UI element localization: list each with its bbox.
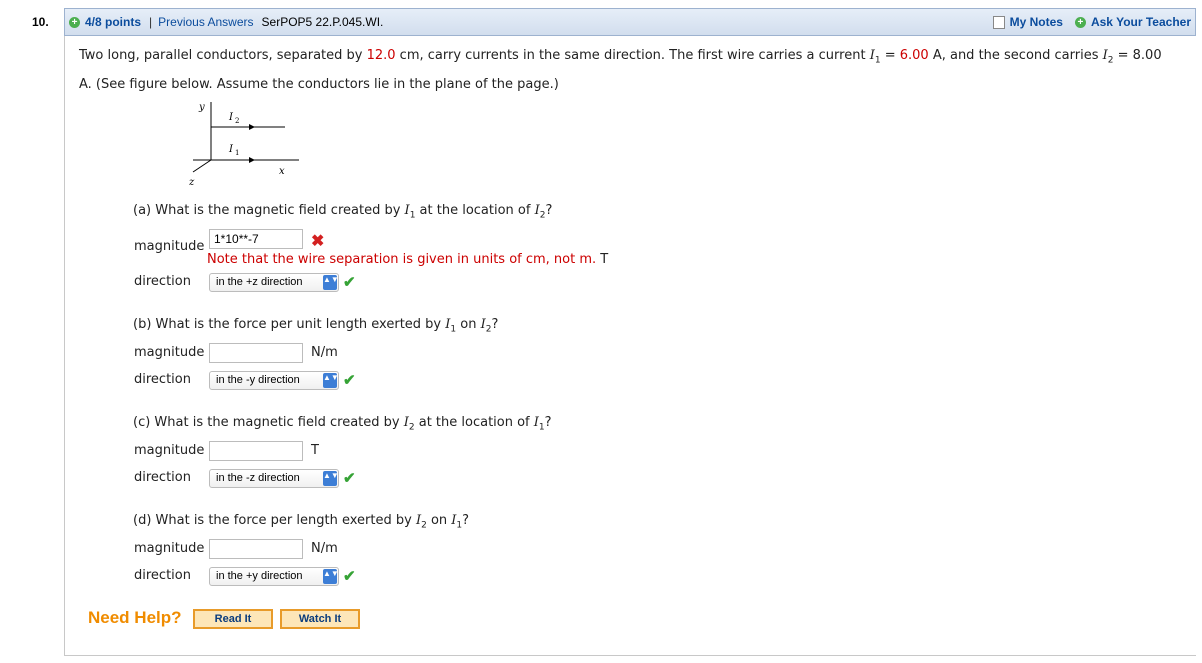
question-text-part: Two long, parallel conductors, separated… [79,48,367,63]
part-text: (b) What is the force per unit length ex… [133,317,446,332]
magnitude-label: magnitude [134,239,205,254]
select-value: in the -z direction [216,472,300,484]
ask-teacher-link[interactable]: Ask Your Teacher [1091,15,1191,29]
question-text-part: = 8.00 [1113,48,1162,63]
part-text: (c) What is the magnetic field created b… [133,415,404,430]
conductor-figure: y z x I 2 I 1 [189,102,299,186]
select-value: in the -y direction [216,374,300,386]
select-arrows-icon: ▲▼ [323,471,339,486]
i1-label: I [228,144,234,155]
notes-icon[interactable] [992,15,1005,29]
part-text: ? [462,513,470,528]
separation-value: 12.0 [366,48,396,63]
direction-label: direction [134,470,191,485]
select-arrows-icon: ▲▼ [323,373,339,388]
part-text: (d) What is the force per length exerted… [133,513,416,528]
x-axis-label: x [279,166,285,177]
header-right: My Notes + Ask Your Teacher [992,15,1191,29]
part-d-question: (d) What is the force per length exerted… [133,513,469,531]
current-1-value: 6.00 [899,48,929,63]
part-d-magnitude-input[interactable] [209,539,303,559]
correct-check-icon: ✔ [343,274,356,291]
points-score: 4/8 points [85,15,142,29]
y-axis-label: y [198,102,205,113]
magnitude-label: magnitude [134,541,205,556]
part-c-direction-select[interactable]: in the -z direction ▲▼ [209,469,339,488]
question-number: 10. [32,15,49,29]
unit-label: N/m [311,345,338,360]
i1-subscript: 1 [235,149,239,157]
magnitude-label: magnitude [134,345,205,360]
part-text: on [456,317,481,332]
magnitude-label: magnitude [134,443,205,458]
header-separator: | [149,15,153,29]
incorrect-x-icon: ✖ [311,233,325,250]
question-text-part: cm, carry currents in the same direction… [395,48,870,63]
part-c-question: (c) What is the magnetic field created b… [133,415,552,433]
part-text: ? [545,203,553,218]
need-help-label: Need Help? [88,608,182,627]
plus-circle-icon[interactable]: + [1074,16,1086,28]
my-notes-link[interactable]: My Notes [1010,15,1063,29]
question-header-bar: + 4/8 points | Previous Answers SerPOP5 … [64,8,1196,36]
part-text: at the location of [415,203,535,218]
z-axis-line [192,159,212,173]
question-text-part: A, and the second carries [928,48,1103,63]
correct-check-icon: ✔ [343,568,356,585]
direction-label: direction [134,568,191,583]
part-b-direction-select[interactable]: in the -y direction ▲▼ [209,371,339,390]
hint-text: Note that the wire separation is given i… [207,252,597,267]
correct-check-icon: ✔ [343,372,356,389]
wire-i2-arrow [249,124,255,130]
part-b-magnitude-input[interactable] [209,343,303,363]
correct-check-icon: ✔ [343,470,356,487]
select-value: in the +z direction [216,276,303,288]
unit-label: T [311,443,319,458]
wire-i1-arrow [249,157,255,163]
part-text: ? [544,415,552,430]
read-it-button[interactable]: Read It [193,609,273,629]
question-body: Two long, parallel conductors, separated… [64,36,1196,656]
part-text: (a) What is the magnetic field created b… [133,203,405,218]
select-arrows-icon: ▲▼ [323,275,339,290]
unit-label: T [600,252,609,267]
direction-label: direction [134,274,191,289]
i2-subscript: 2 [235,117,239,125]
plus-circle-icon[interactable]: + [69,16,80,28]
part-text: ? [491,317,499,332]
part-a-direction-select[interactable]: in the +z direction ▲▼ [209,273,339,292]
part-a-magnitude-input[interactable]: 1*10**-7 [209,229,303,249]
previous-answers-link[interactable]: Previous Answers [158,15,253,29]
select-value: in the +y direction [216,570,303,582]
select-arrows-icon: ▲▼ [323,569,339,584]
question-text: Two long, parallel conductors, separated… [79,44,1189,97]
problem-code: SerPOP5 22.P.045.WI. [261,15,384,29]
part-a-hint: Note that the wire separation is given i… [207,252,608,267]
part-d-direction-select[interactable]: in the +y direction ▲▼ [209,567,339,586]
part-text: on [426,513,452,528]
i2-label: I [228,112,234,123]
part-b-question: (b) What is the force per unit length ex… [133,317,498,335]
question-text-part: A. (See figure below. Assume the conduct… [79,76,559,92]
part-c-magnitude-input[interactable] [209,441,303,461]
z-axis-label: z [189,177,195,186]
question-text-part: = [880,48,900,63]
direction-label: direction [134,372,191,387]
header-left: + 4/8 points | Previous Answers SerPOP5 … [69,15,383,29]
part-text: at the location of [414,415,534,430]
unit-label: N/m [311,541,338,556]
watch-it-button[interactable]: Watch It [280,609,360,629]
part-a-question: (a) What is the magnetic field created b… [133,203,552,221]
